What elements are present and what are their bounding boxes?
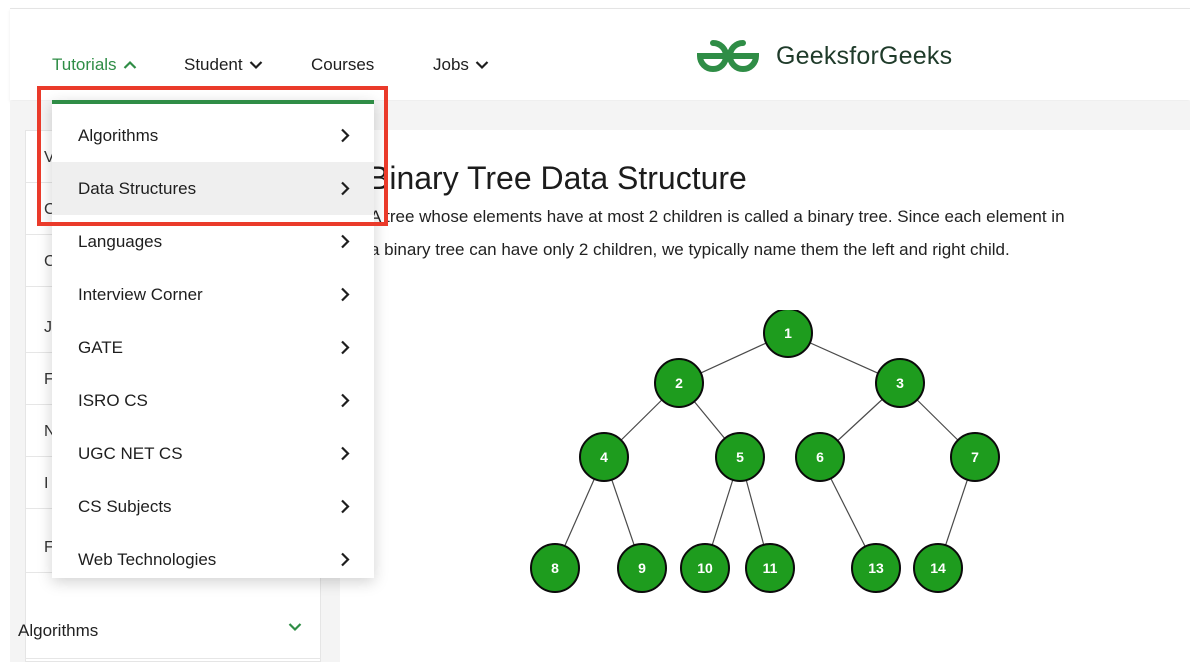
chevron-right-icon xyxy=(341,446,350,461)
tree-node-label: 3 xyxy=(896,375,904,391)
logo-text: GeeksforGeeks xyxy=(776,41,953,70)
tree-node: 3 xyxy=(875,358,925,408)
tree-node-label: 14 xyxy=(930,560,946,576)
top-navbar: Tutorials Student Courses Jobs GeeksforG… xyxy=(10,8,1190,100)
article-paragraph-line: A tree whose elements have at most 2 chi… xyxy=(370,207,1065,226)
menu-item-label: Data Structures xyxy=(78,178,197,198)
chevron-right-icon xyxy=(341,128,350,143)
tree-node: 4 xyxy=(579,432,629,482)
tree-node-label: 10 xyxy=(697,560,713,576)
article-title: Binary Tree Data Structure xyxy=(368,160,747,196)
chevron-down-icon[interactable] xyxy=(288,622,302,632)
menu-item-label: Languages xyxy=(78,231,163,251)
sidebar-item-label: I xyxy=(44,475,49,492)
tree-node: 9 xyxy=(617,543,667,593)
divider xyxy=(25,658,321,659)
tree-node: 1 xyxy=(763,310,813,358)
menu-item-cs-subjects[interactable]: CS Subjects xyxy=(52,480,374,533)
nav-tutorials[interactable]: Tutorials xyxy=(52,55,137,75)
nav-tutorials-label: Tutorials xyxy=(52,55,117,74)
menu-item-label: Interview Corner xyxy=(78,284,203,304)
binary-tree-diagram: 1 2 3 4 5 6 7 8 9 10 11 13 14 xyxy=(530,310,1000,593)
article-paragraph-line: a binary tree can have only 2 children, … xyxy=(370,240,1010,259)
menu-item-label: Web Technologies xyxy=(78,549,217,569)
tree-node-label: 7 xyxy=(971,449,979,465)
tree-node-label: 5 xyxy=(736,449,744,465)
menu-item-ugc-net-cs[interactable]: UGC NET CS xyxy=(52,427,374,480)
menu-item-label: Algorithms xyxy=(78,125,159,145)
menu-item-isro-cs[interactable]: ISRO CS xyxy=(52,374,374,427)
nav-student-label: Student xyxy=(184,55,243,74)
tree-node-label: 1 xyxy=(784,325,792,341)
tree-node-label: 4 xyxy=(600,449,608,465)
menu-item-data-structures[interactable]: Data Structures xyxy=(52,162,374,215)
tree-node-label: 2 xyxy=(675,375,683,391)
chevron-up-icon xyxy=(123,60,136,69)
nav-courses[interactable]: Courses xyxy=(311,55,374,75)
tree-node: 10 xyxy=(680,543,730,593)
tree-node: 13 xyxy=(851,543,901,593)
chevron-right-icon xyxy=(341,552,350,567)
tree-node: 11 xyxy=(745,543,795,593)
chevron-right-icon xyxy=(341,234,350,249)
chevron-down-icon xyxy=(249,61,262,70)
chevron-right-icon xyxy=(341,499,350,514)
sidebar-item-label: J xyxy=(44,319,52,336)
chevron-down-icon xyxy=(475,61,489,70)
menu-item-label: CS Subjects xyxy=(78,496,172,516)
tree-node-label: 8 xyxy=(551,560,559,576)
tree-node-label: 11 xyxy=(763,560,778,576)
tree-node-label: 9 xyxy=(638,560,646,576)
menu-item-gate[interactable]: GATE xyxy=(52,321,374,374)
gfg-logo-icon xyxy=(696,40,760,72)
nav-jobs-label: Jobs xyxy=(433,55,469,74)
tutorials-dropdown-menu: Algorithms Data Structures Languages Interv… xyxy=(52,100,374,578)
menu-item-label: GATE xyxy=(78,337,124,357)
menu-item-languages[interactable]: Languages xyxy=(52,215,374,268)
tree-node: 14 xyxy=(913,543,963,593)
tree-node: 6 xyxy=(795,432,845,482)
menu-item-web-technologies[interactable]: Web Technologies xyxy=(52,533,374,586)
tree-node: 8 xyxy=(530,543,580,593)
tree-node: 7 xyxy=(950,432,1000,482)
sidebar-algorithms-label[interactable]: Algorithms xyxy=(18,621,98,641)
menu-item-algorithms[interactable]: Algorithms xyxy=(52,109,374,162)
chevron-right-icon xyxy=(341,340,350,355)
tree-node-label: 6 xyxy=(816,449,824,465)
nav-student[interactable]: Student xyxy=(184,55,263,75)
tree-node-label: 13 xyxy=(868,560,884,576)
chevron-right-icon xyxy=(341,287,350,302)
chevron-right-icon xyxy=(341,393,350,408)
nav-jobs[interactable]: Jobs xyxy=(433,55,489,75)
tree-node: 5 xyxy=(715,432,765,482)
tree-node: 2 xyxy=(654,358,704,408)
chevron-right-icon xyxy=(341,181,350,196)
logo[interactable]: GeeksforGeeks xyxy=(692,39,952,73)
menu-item-interview-corner[interactable]: Interview Corner xyxy=(52,268,374,321)
menu-item-label: ISRO CS xyxy=(78,390,148,410)
nav-courses-label: Courses xyxy=(311,55,375,74)
menu-item-label: UGC NET CS xyxy=(78,443,183,463)
